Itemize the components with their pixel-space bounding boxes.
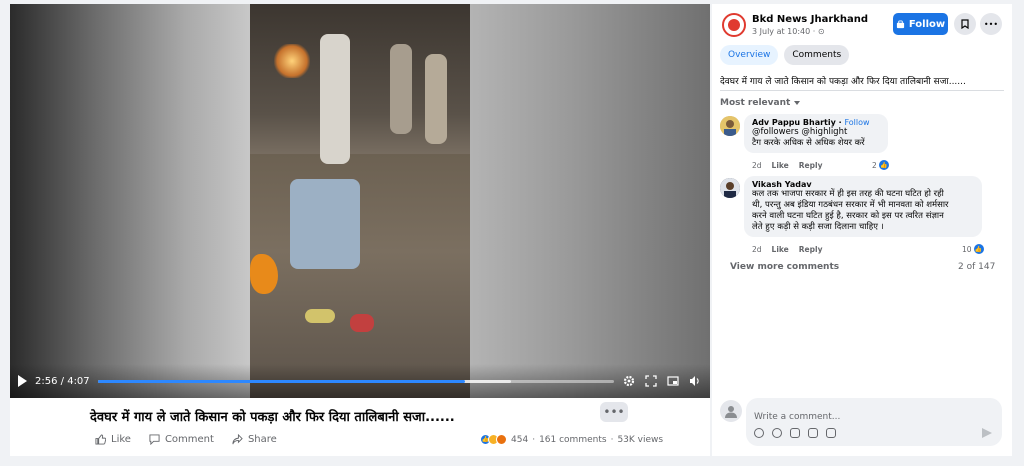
comment-meta: 2d Like Reply xyxy=(752,245,822,254)
sticker-icon[interactable] xyxy=(826,428,836,438)
comment-time: 2d xyxy=(752,161,762,170)
comment-input[interactable] xyxy=(754,412,994,422)
comment-text-line: टैग करके अधिक से अधिक शेयर करें xyxy=(752,138,865,148)
panel-tabs: Overview Comments xyxy=(720,45,850,65)
ellipsis-icon: ••• xyxy=(603,405,625,419)
post-caption: देवघर में गाय ले जाते किसान को पकड़ा और … xyxy=(720,77,966,87)
commenter-name[interactable]: Vikash Yadav xyxy=(752,180,974,189)
ellipsis-icon: ••• xyxy=(983,19,999,29)
comment-reply-link[interactable]: Reply xyxy=(799,161,823,170)
sort-dropdown[interactable]: Most relevant xyxy=(720,98,801,108)
reaction-count[interactable]: 454 xyxy=(511,435,528,445)
pip-icon[interactable] xyxy=(666,374,680,388)
post-actions: Like Comment Share xyxy=(95,434,277,445)
thumbs-up-icon: 👍 xyxy=(973,244,984,254)
play-icon[interactable] xyxy=(18,375,27,387)
avatar-sticker-icon[interactable] xyxy=(754,428,764,438)
comment-bubble: Adv Pappu Bhartiy · Follow @followers @h… xyxy=(744,114,888,153)
comment-like-link[interactable]: Like xyxy=(772,245,789,254)
video-time: 2:56 / 4:07 xyxy=(35,375,90,387)
follow-button[interactable]: Follow xyxy=(893,13,948,35)
post-menu-button[interactable]: ••• xyxy=(980,13,1002,35)
comment-text-line: थी, परन्तु अब इंडिया गठबंधन सरकार में भी… xyxy=(752,200,949,210)
current-time: 2:56 xyxy=(35,375,58,387)
user-silhouette-icon xyxy=(725,406,737,418)
comment-bubble: Vikash Yadav कल तक भाजपा सरकार में ही इस… xyxy=(744,176,982,237)
comment-like-count[interactable]: 2 👍 xyxy=(872,160,889,170)
share-button[interactable]: Share xyxy=(232,434,277,445)
stats-separator: · xyxy=(610,434,614,445)
thumbs-up-icon: 👍 xyxy=(878,160,889,170)
comment-text-line: लेते हुए कड़ी से कड़ी सजा दिलाना चाहिए । xyxy=(752,222,884,232)
chevron-down-icon xyxy=(794,101,801,105)
video-frame xyxy=(250,4,470,398)
share-icon xyxy=(232,434,243,445)
composer-tools xyxy=(754,428,836,438)
post-footer: देवघर में गाय ले जाते किसान को पकड़ा और … xyxy=(10,398,710,456)
comments-shown-count: 2 of 147 xyxy=(958,262,996,272)
comment-composer xyxy=(746,398,1002,446)
comment-like-count[interactable]: 10 👍 xyxy=(962,244,984,254)
comment-text-line: @followers @highlight xyxy=(752,127,848,137)
comment-reply-link[interactable]: Reply xyxy=(799,245,823,254)
video-player[interactable]: 2:56 / 4:07 xyxy=(10,4,710,398)
like-label: Like xyxy=(111,434,131,445)
comment-text-line: कल तक भाजपा सरकार में ही इस तरह की घटना … xyxy=(752,189,944,199)
post-title: देवघर में गाय ले जाते किसान को पकड़ा और … xyxy=(90,410,455,425)
comment-like-link[interactable]: Like xyxy=(772,161,789,170)
settings-gear-icon[interactable] xyxy=(622,374,636,388)
progress-fill xyxy=(97,379,466,383)
gif-icon[interactable] xyxy=(808,428,818,438)
camera-icon[interactable] xyxy=(790,428,800,438)
follow-label: Follow xyxy=(908,18,946,30)
comment-text-line: करने वाली घटना घटित हुई है, सरकार को इस … xyxy=(752,211,944,221)
commenter-avatar[interactable] xyxy=(720,116,740,136)
comment-time: 2d xyxy=(752,245,762,254)
more-options-button[interactable]: ••• xyxy=(600,402,628,422)
angry-reaction-icon xyxy=(496,434,507,445)
save-button[interactable] xyxy=(954,13,976,35)
follow-page-icon xyxy=(896,19,904,28)
comment-icon xyxy=(149,434,160,445)
send-icon[interactable] xyxy=(982,428,992,438)
reaction-icons[interactable]: 👍 xyxy=(480,434,507,445)
share-label: Share xyxy=(247,434,277,445)
post-stats: 👍 454 · 161 comments · 53K views xyxy=(480,434,663,445)
volume-icon[interactable] xyxy=(688,374,702,388)
commenter-name[interactable]: Adv Pappu Bhartiy xyxy=(752,118,836,127)
commenter-avatar[interactable] xyxy=(720,178,740,198)
tab-comments[interactable]: Comments xyxy=(784,45,850,65)
divider xyxy=(720,90,1004,91)
thumbs-up-icon xyxy=(95,434,106,445)
comment-button[interactable]: Comment xyxy=(149,434,214,445)
sort-label: Most relevant xyxy=(720,98,791,108)
page-avatar[interactable] xyxy=(722,13,746,37)
page-name[interactable]: Bkd News Jharkhand xyxy=(752,14,868,25)
user-avatar[interactable] xyxy=(720,400,742,422)
comments-count[interactable]: 161 comments xyxy=(539,435,607,445)
views-count: 53K views xyxy=(617,434,664,445)
video-controls: 2:56 / 4:07 xyxy=(10,364,710,398)
tab-overview[interactable]: Overview xyxy=(720,45,779,65)
duration: 4:07 xyxy=(67,375,90,387)
commenter-follow-link[interactable]: Follow xyxy=(844,118,869,127)
comment-label: Comment xyxy=(164,434,214,445)
progress-bar[interactable] xyxy=(97,379,614,383)
post-timestamp[interactable]: 3 July at 10:40 · ⊙ xyxy=(752,27,825,36)
stats-separator: · xyxy=(532,434,536,445)
bookmark-icon xyxy=(961,19,969,29)
post-side-panel: Bkd News Jharkhand 3 July at 10:40 · ⊙ F… xyxy=(712,4,1012,456)
like-button[interactable]: Like xyxy=(95,434,131,445)
emoji-icon[interactable] xyxy=(772,428,782,438)
view-more-comments-link[interactable]: View more comments xyxy=(730,262,839,272)
comment-meta: 2d Like Reply xyxy=(752,161,822,170)
fullscreen-icon[interactable] xyxy=(644,374,658,388)
